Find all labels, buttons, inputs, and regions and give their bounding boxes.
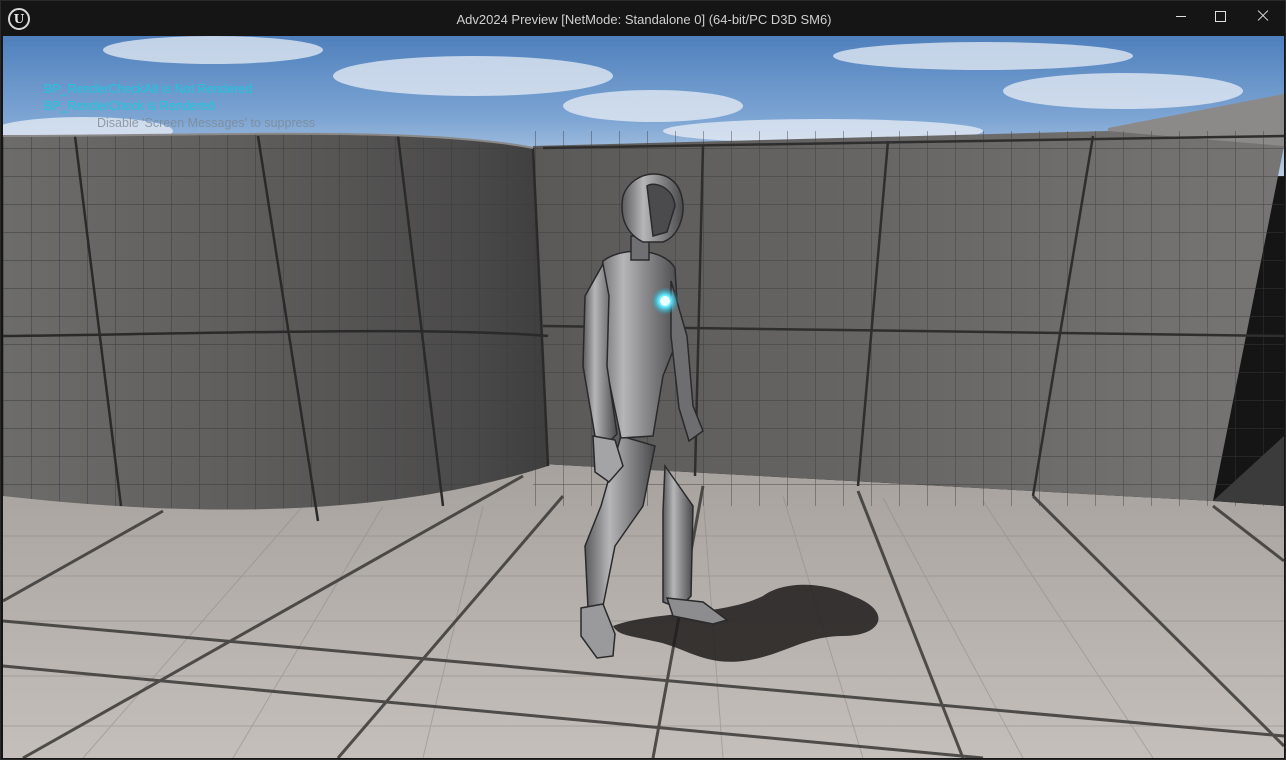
game-window: U Adv2024 Preview [NetMode: Standalone 0… — [0, 0, 1286, 760]
debug-suppress-hint: Disable 'Screen Messages' to suppress — [97, 116, 316, 130]
maximize-button[interactable] — [1199, 1, 1243, 33]
debug-message-rendered: BP_RenderCheck is Rendered — [44, 99, 215, 113]
3d-scene — [3, 36, 1284, 758]
game-viewport[interactable]: BP_RenderCheckAlt is Not Rendered BP_Ren… — [3, 36, 1284, 758]
window-title: Adv2024 Preview [NetMode: Standalone 0] … — [456, 12, 832, 27]
debug-message-not-rendered: BP_RenderCheckAlt is Not Rendered — [44, 82, 253, 96]
title-bar[interactable]: U Adv2024 Preview [NetMode: Standalone 0… — [1, 1, 1285, 36]
minimize-button[interactable] — [1159, 1, 1203, 33]
close-button[interactable] — [1241, 1, 1285, 33]
